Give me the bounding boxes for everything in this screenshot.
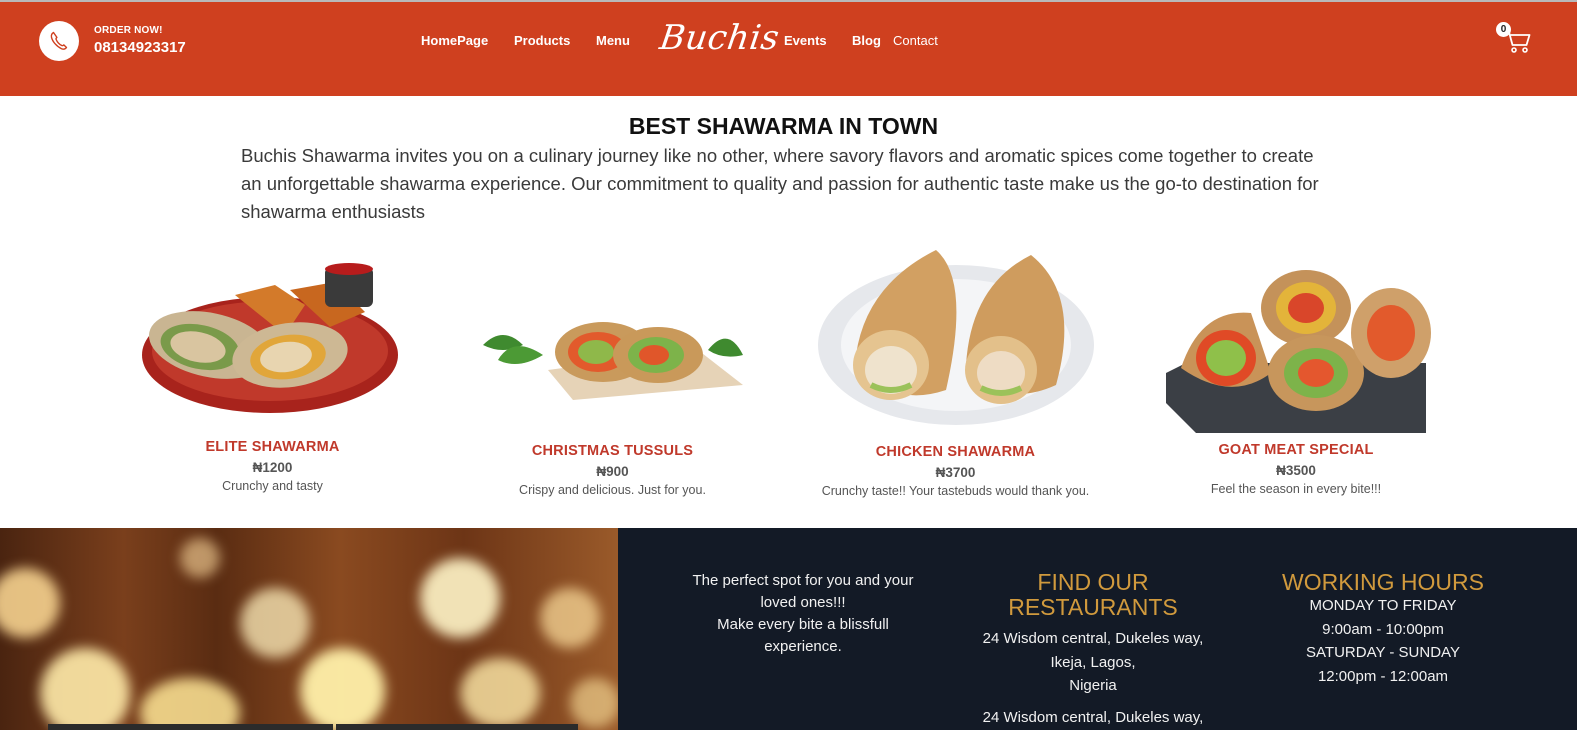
product-price: ₦3700 — [935, 465, 976, 480]
restaurant-address: 24 Wisdom central, Dukeles way, — [982, 709, 1204, 726]
product-price: ₦3500 — [1276, 463, 1316, 478]
product-price: ₦900 — [596, 464, 629, 479]
site-header: ORDER NOW! 08134923317 HomePage Products… — [0, 2, 1577, 96]
product-description: Crunchy and tasty — [222, 479, 323, 493]
product-card[interactable]: ELITE SHAWARMA ₦1200 Crunchy and tasty — [140, 255, 405, 493]
product-name[interactable]: CHRISTMAS TUSSULS — [470, 443, 755, 459]
order-now-label: ORDER NOW! — [94, 25, 163, 36]
product-description: Feel the season in every bite!!! — [1210, 482, 1382, 496]
product-card[interactable]: CHICKEN SHAWARMA ₦3700 Crunchy taste!! Y… — [813, 245, 1098, 498]
phone-icon[interactable] — [39, 21, 79, 61]
find-restaurants-heading: FIND OUR RESTAURANTS — [1008, 569, 1178, 620]
cart-count-badge: 0 — [1496, 22, 1511, 37]
product-image-goat-meat-special — [1166, 270, 1431, 433]
nav-products[interactable]: Products — [514, 33, 570, 48]
product-description: Crunchy taste!! Your tastebuds would tha… — [821, 484, 1090, 498]
product-image-christmas-tussuls — [482, 322, 743, 400]
restaurant-ambience-image — [0, 528, 618, 730]
product-name[interactable]: CHICKEN SHAWARMA — [813, 444, 1098, 460]
product-image-chicken-shawarma — [817, 250, 1094, 425]
product-price: ₦1200 — [252, 460, 293, 475]
product-description: Crispy and delicious. Just for you. — [519, 483, 706, 497]
info-section: The perfect spot for you and your loved … — [618, 528, 1577, 730]
brand-logo[interactable]: Buchis — [657, 18, 782, 58]
nav-contact[interactable]: Contact — [893, 33, 938, 48]
nav-blog[interactable]: Blog — [852, 33, 881, 48]
nav-homepage[interactable]: HomePage — [421, 33, 488, 48]
product-card[interactable]: CHRISTMAS TUSSULS ₦900 Crispy and delici… — [470, 300, 755, 497]
product-name[interactable]: ELITE SHAWARMA — [140, 439, 405, 455]
page-title: BEST SHAWARMA IN TOWN — [628, 113, 939, 139]
restaurant-address: 24 Wisdom central, Dukeles way, Ikeja, L… — [982, 630, 1204, 694]
product-card[interactable]: GOAT MEAT SPECIAL ₦3500 Feel the season … — [1155, 263, 1437, 496]
working-hours-list: MONDAY TO FRIDAY 9:00am - 10:00pm SATURD… — [1306, 597, 1460, 685]
tagline: The perfect spot for you and your loved … — [692, 572, 914, 655]
intro-paragraph: Buchis Shawarma invites you on a culinar… — [241, 145, 1319, 222]
nav-menu[interactable]: Menu — [596, 33, 630, 48]
product-name[interactable]: GOAT MEAT SPECIAL — [1155, 442, 1437, 458]
working-hours-heading: WORKING HOURS — [1282, 569, 1484, 595]
order-phone-number[interactable]: 08134923317 — [94, 39, 186, 56]
product-image-elite-shawarma — [142, 263, 398, 413]
nav-events[interactable]: Events — [784, 33, 827, 48]
